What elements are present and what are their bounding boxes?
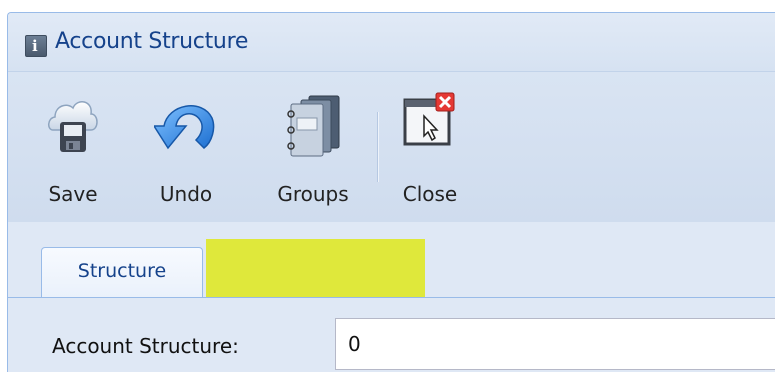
structure-panel: Structure Account Structure:: [8, 222, 775, 372]
save-label: Save: [48, 182, 98, 206]
cloud-save-icon: [48, 101, 98, 152]
highlight-marker: [206, 239, 425, 297]
undo-arrow-icon: [154, 105, 215, 150]
info-icon: [25, 35, 47, 57]
notebooks-icon: [287, 95, 340, 157]
groups-button[interactable]: Groups: [263, 72, 363, 222]
account-structure-input[interactable]: [335, 318, 775, 370]
toolbar: Save Undo Groups Close: [8, 72, 775, 222]
save-button[interactable]: Save: [38, 72, 108, 222]
tab-strip: Structure: [8, 222, 775, 298]
groups-label: Groups: [277, 182, 349, 206]
account-structure-label: Account Structure:: [52, 334, 239, 358]
toolbar-separator: [377, 112, 379, 182]
undo-button[interactable]: Undo: [148, 72, 224, 222]
undo-label: Undo: [159, 182, 213, 206]
close-window-icon: [403, 92, 455, 146]
account-structure-window: Account Structure Save: [7, 12, 775, 372]
window-titlebar[interactable]: Account Structure: [8, 13, 775, 72]
structure-form: Account Structure:: [8, 298, 775, 372]
close-button[interactable]: Close: [395, 72, 465, 222]
close-label: Close: [402, 182, 458, 206]
window-title: Account Structure: [55, 29, 249, 54]
tab-structure[interactable]: Structure: [41, 247, 203, 297]
